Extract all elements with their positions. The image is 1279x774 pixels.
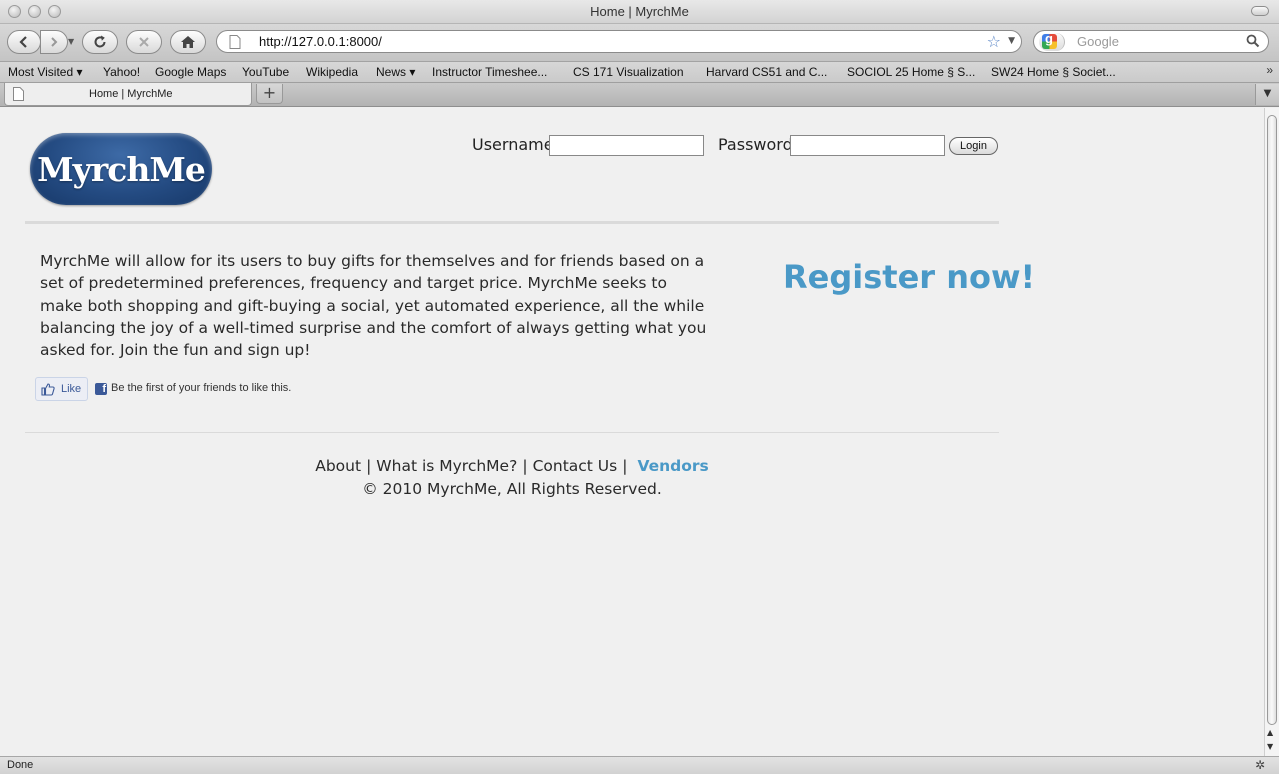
bookmark-star-icon[interactable]: ☆ [987, 32, 1001, 51]
header-divider [25, 221, 999, 224]
forward-arrow-icon [51, 37, 58, 47]
addon-bug-icon[interactable]: ✲ [1255, 758, 1265, 772]
footer-link-contact[interactable]: Contact Us [533, 457, 618, 475]
navigation-toolbar: ▼ http://127.0.0.1:8000/ ☆ ▼ Google [0, 24, 1279, 62]
bookmark-wikipedia[interactable]: Wikipedia [306, 65, 358, 79]
search-icon[interactable] [1246, 34, 1260, 48]
url-text[interactable]: http://127.0.0.1:8000/ [259, 34, 382, 49]
copyright-text: © 2010 MyrchMe, All Rights Reserved. [362, 480, 662, 498]
window-titlebar: Home | MyrchMe [0, 0, 1279, 24]
stop-icon [139, 37, 149, 47]
site-logo[interactable]: MyrchMe [30, 133, 212, 205]
bookmark-sw24[interactable]: SW24 Home § Societ... [991, 65, 1116, 79]
footer-nav: About | What is MyrchMe? | Contact Us | Vendor… [0, 457, 1024, 475]
home-icon [181, 36, 195, 48]
footer-divider [25, 432, 999, 433]
new-tab-button[interactable]: + [256, 84, 283, 104]
scroll-down-arrow-icon[interactable]: ▼ [1267, 742, 1273, 751]
bookmark-harvard-cs51[interactable]: Harvard CS51 and C... [706, 65, 827, 79]
password-input[interactable] [790, 135, 945, 156]
url-history-dropdown-icon[interactable]: ▼ [1008, 36, 1015, 46]
login-button[interactable]: Login [949, 137, 998, 155]
logo-text: MyrchMe [37, 149, 206, 189]
like-label: Like [61, 383, 82, 395]
bookmark-youtube[interactable]: YouTube [242, 65, 289, 79]
scroll-up-arrow-icon[interactable]: ▲ [1267, 728, 1273, 737]
page-icon [13, 87, 24, 101]
back-button[interactable] [7, 30, 41, 54]
facebook-like-button[interactable]: Like [35, 377, 88, 401]
footer-separator: | [622, 457, 628, 475]
forward-button[interactable] [40, 30, 68, 54]
intro-paragraph: MyrchMe will allow for its users to buy … [40, 252, 707, 360]
facebook-like-text: Be the first of your friends to like thi… [111, 382, 292, 394]
scrollbar-thumb[interactable] [1267, 115, 1277, 725]
tab-home[interactable]: Home | MyrchMe [4, 83, 252, 106]
tab-strip: Home | MyrchMe + ▼ [0, 83, 1279, 107]
vertical-scrollbar[interactable]: ▲ ▼ [1264, 108, 1279, 756]
search-engine-selector[interactable] [1039, 31, 1065, 51]
bookmarks-overflow-icon[interactable]: » [1266, 63, 1273, 77]
bookmark-most-visited[interactable]: Most Visited ▾ [8, 65, 83, 79]
password-label: Password: [718, 135, 799, 154]
reload-icon [94, 35, 106, 48]
bookmark-news[interactable]: News ▾ [376, 65, 415, 79]
window-title: Home | MyrchMe [590, 4, 689, 19]
username-input[interactable] [549, 135, 704, 156]
stop-button[interactable] [126, 30, 162, 54]
tab-title: Home | MyrchMe [89, 88, 173, 100]
bookmark-cs171[interactable]: CS 171 Visualization [573, 65, 684, 79]
thumbs-up-icon [41, 383, 55, 396]
footer-separator: | [366, 457, 372, 475]
history-dropdown-icon[interactable]: ▼ [68, 37, 74, 46]
status-bar: Done ✲ [0, 756, 1279, 774]
search-input[interactable]: Google [1077, 34, 1119, 49]
username-label: Username: [472, 135, 559, 154]
bookmarks-toolbar: Most Visited ▾ Yahoo! Google Maps YouTub… [0, 62, 1279, 83]
back-arrow-icon [19, 36, 27, 48]
page-icon [229, 35, 241, 49]
url-bar[interactable]: http://127.0.0.1:8000/ ☆ ▼ [216, 30, 1022, 53]
footer-link-about[interactable]: About [315, 457, 361, 475]
status-text: Done [7, 759, 34, 771]
bookmark-yahoo[interactable]: Yahoo! [103, 65, 140, 79]
bookmark-instructor-timesheet[interactable]: Instructor Timeshee... [432, 65, 547, 79]
home-button[interactable] [170, 30, 206, 54]
search-bar[interactable]: Google [1033, 30, 1269, 53]
toolbar-toggle-button[interactable] [1251, 6, 1269, 16]
footer-link-vendors[interactable]: Vendors [637, 457, 708, 475]
tab-list-button[interactable]: ▼ [1255, 84, 1279, 105]
facebook-icon: f [95, 383, 107, 395]
reload-button[interactable] [82, 30, 118, 54]
google-icon [1042, 31, 1057, 49]
bookmark-sociol25[interactable]: SOCIOL 25 Home § S... [847, 65, 975, 79]
bookmark-google-maps[interactable]: Google Maps [155, 65, 226, 79]
footer-link-what-is[interactable]: What is MyrchMe? [376, 457, 517, 475]
register-now-link[interactable]: Register now! [783, 258, 1035, 296]
footer-separator: | [522, 457, 528, 475]
